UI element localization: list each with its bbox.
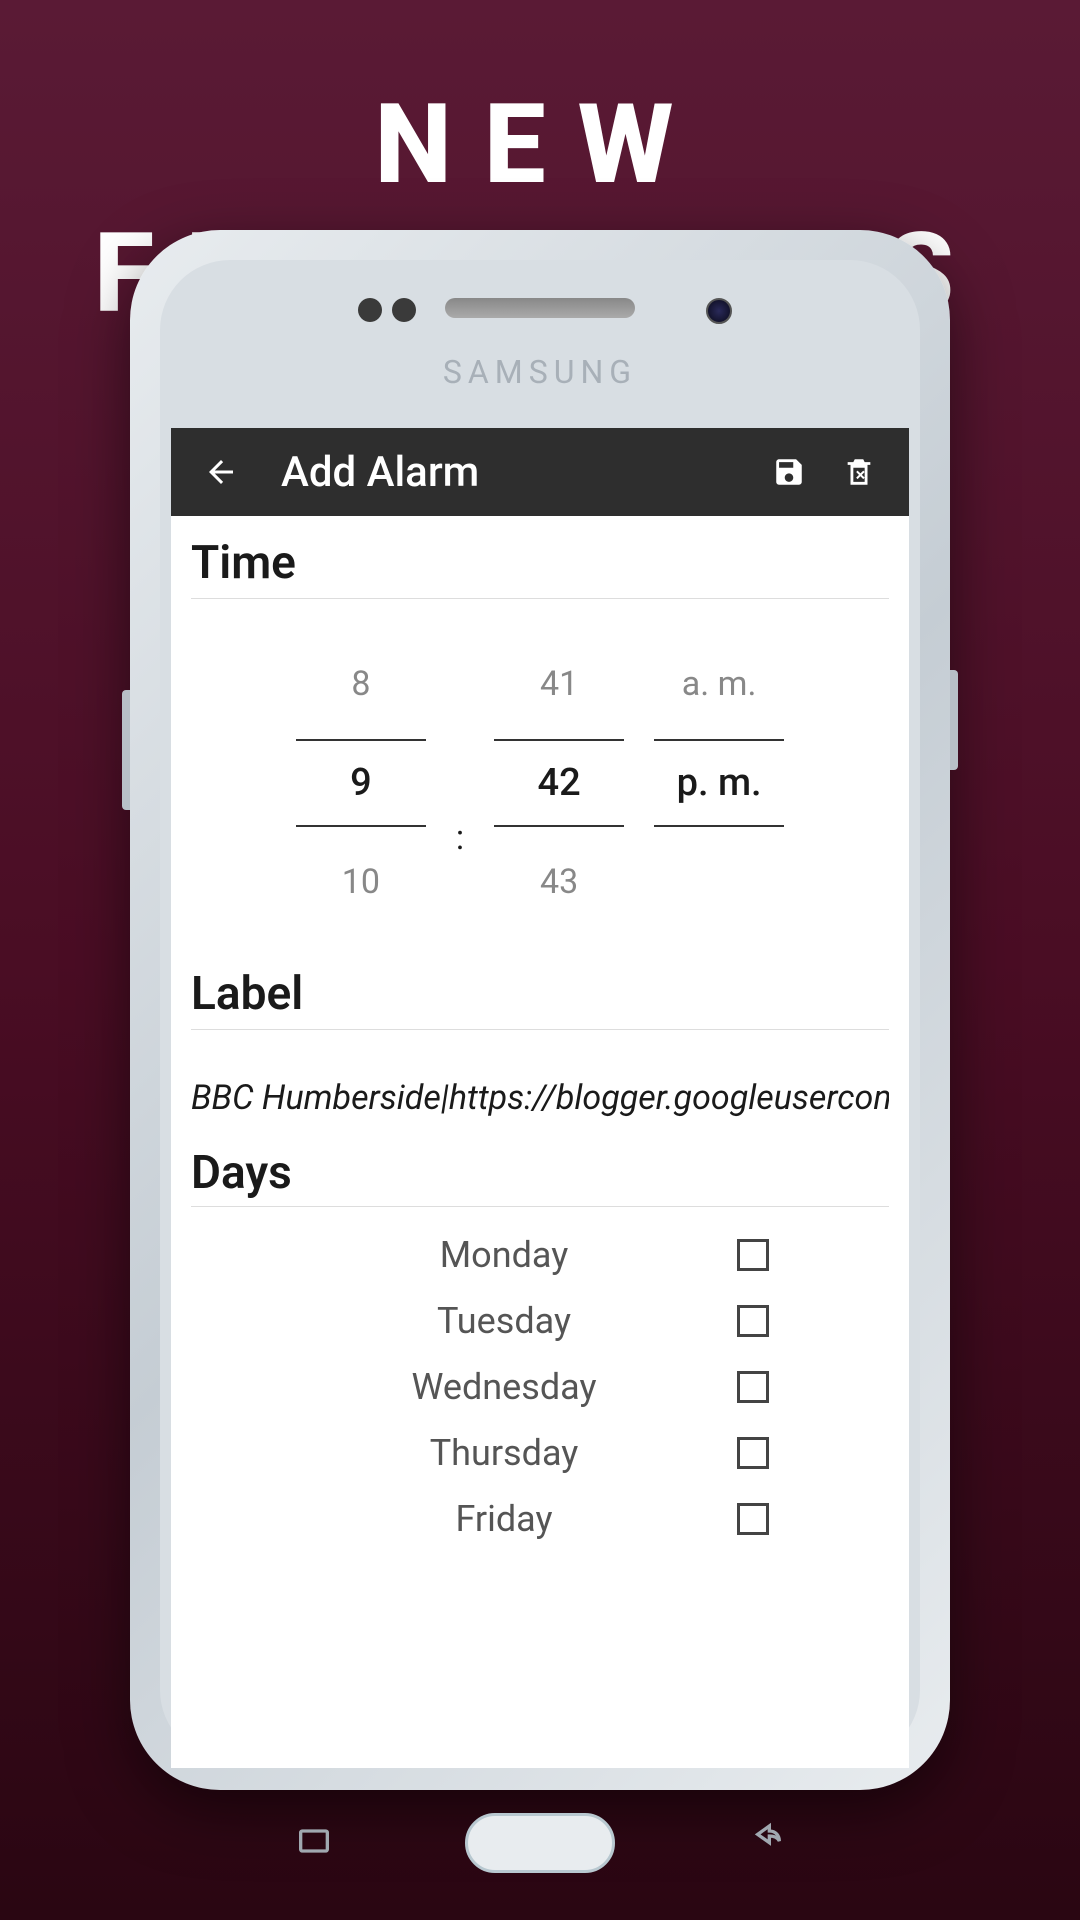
day-label: Friday	[191, 1498, 737, 1540]
label-section: Label BBC Humberside|https://blogger.goo…	[191, 967, 889, 1136]
day-checkbox[interactable]	[737, 1371, 769, 1403]
day-checkbox[interactable]	[737, 1305, 769, 1337]
days-section-title: Days	[191, 1146, 889, 1207]
phone-body: SAMSUNG Add Alarm Time 8	[160, 260, 920, 1760]
ampm-selected[interactable]: p. m.	[654, 739, 784, 827]
day-label: Thursday	[191, 1432, 737, 1474]
back-nav-button	[746, 1821, 786, 1865]
day-label: Tuesday	[191, 1300, 737, 1342]
phone-frame: SAMSUNG Add Alarm Time 8	[130, 230, 950, 1790]
hour-prev[interactable]: 8	[351, 659, 370, 709]
day-checkbox[interactable]	[737, 1437, 769, 1469]
day-label: Wednesday	[191, 1366, 737, 1408]
phone-speaker	[445, 298, 635, 318]
days-section: Days Monday Tuesday Wednesday Thursd	[191, 1146, 889, 1552]
day-row-thursday[interactable]: Thursday	[191, 1420, 889, 1486]
ampm-prev[interactable]: a. m.	[682, 659, 757, 709]
hour-selected[interactable]: 9	[296, 739, 426, 827]
phone-power-button	[950, 670, 958, 770]
day-row-wednesday[interactable]: Wednesday	[191, 1354, 889, 1420]
delete-button[interactable]	[829, 442, 889, 502]
app-title: Add Alarm	[281, 448, 749, 497]
phone-top-bezel: SAMSUNG	[168, 268, 912, 428]
day-checkbox[interactable]	[737, 1239, 769, 1271]
hour-picker[interactable]: 8 9 10	[296, 659, 426, 907]
hour-next[interactable]: 10	[342, 857, 380, 907]
screen-content: Time 8 9 10 : 41 42 43 a. m.	[171, 516, 909, 1552]
trash-icon	[842, 455, 876, 489]
back-arrow-icon	[203, 454, 239, 490]
minute-prev[interactable]: 41	[540, 659, 578, 709]
recent-apps-button	[294, 1821, 334, 1865]
ampm-next	[715, 857, 723, 907]
save-icon	[772, 455, 806, 489]
label-input[interactable]: BBC Humberside|https://blogger.googleuse…	[191, 1060, 889, 1136]
phone-brand-label: SAMSUNG	[443, 353, 637, 391]
home-button	[465, 1813, 615, 1873]
day-row-friday[interactable]: Friday	[191, 1486, 889, 1552]
sensor-dot	[392, 298, 416, 322]
day-row-tuesday[interactable]: Tuesday	[191, 1288, 889, 1354]
back-button[interactable]	[191, 442, 251, 502]
sensor-dot	[358, 298, 382, 322]
save-button[interactable]	[759, 442, 819, 502]
time-separator: :	[456, 769, 464, 907]
minute-selected[interactable]: 42	[494, 739, 624, 827]
recent-icon	[294, 1821, 334, 1861]
time-picker[interactable]: 8 9 10 : 41 42 43 a. m. p. m.	[191, 659, 889, 907]
minute-next[interactable]: 43	[540, 857, 578, 907]
phone-volume-button	[122, 690, 130, 810]
day-label: Monday	[191, 1234, 737, 1276]
minute-picker[interactable]: 41 42 43	[494, 659, 624, 907]
phone-screen: Add Alarm Time 8 9 10 :	[171, 428, 909, 1768]
label-section-title: Label	[191, 967, 889, 1030]
back-nav-icon	[746, 1821, 786, 1861]
phone-bottom-bezel	[168, 1768, 912, 1918]
day-row-monday[interactable]: Monday	[191, 1222, 889, 1288]
phone-sensors	[358, 298, 416, 322]
ampm-picker[interactable]: a. m. p. m.	[654, 659, 784, 907]
day-checkbox[interactable]	[737, 1503, 769, 1535]
time-section-title: Time	[191, 536, 889, 599]
phone-camera	[706, 298, 732, 324]
app-bar: Add Alarm	[171, 428, 909, 516]
